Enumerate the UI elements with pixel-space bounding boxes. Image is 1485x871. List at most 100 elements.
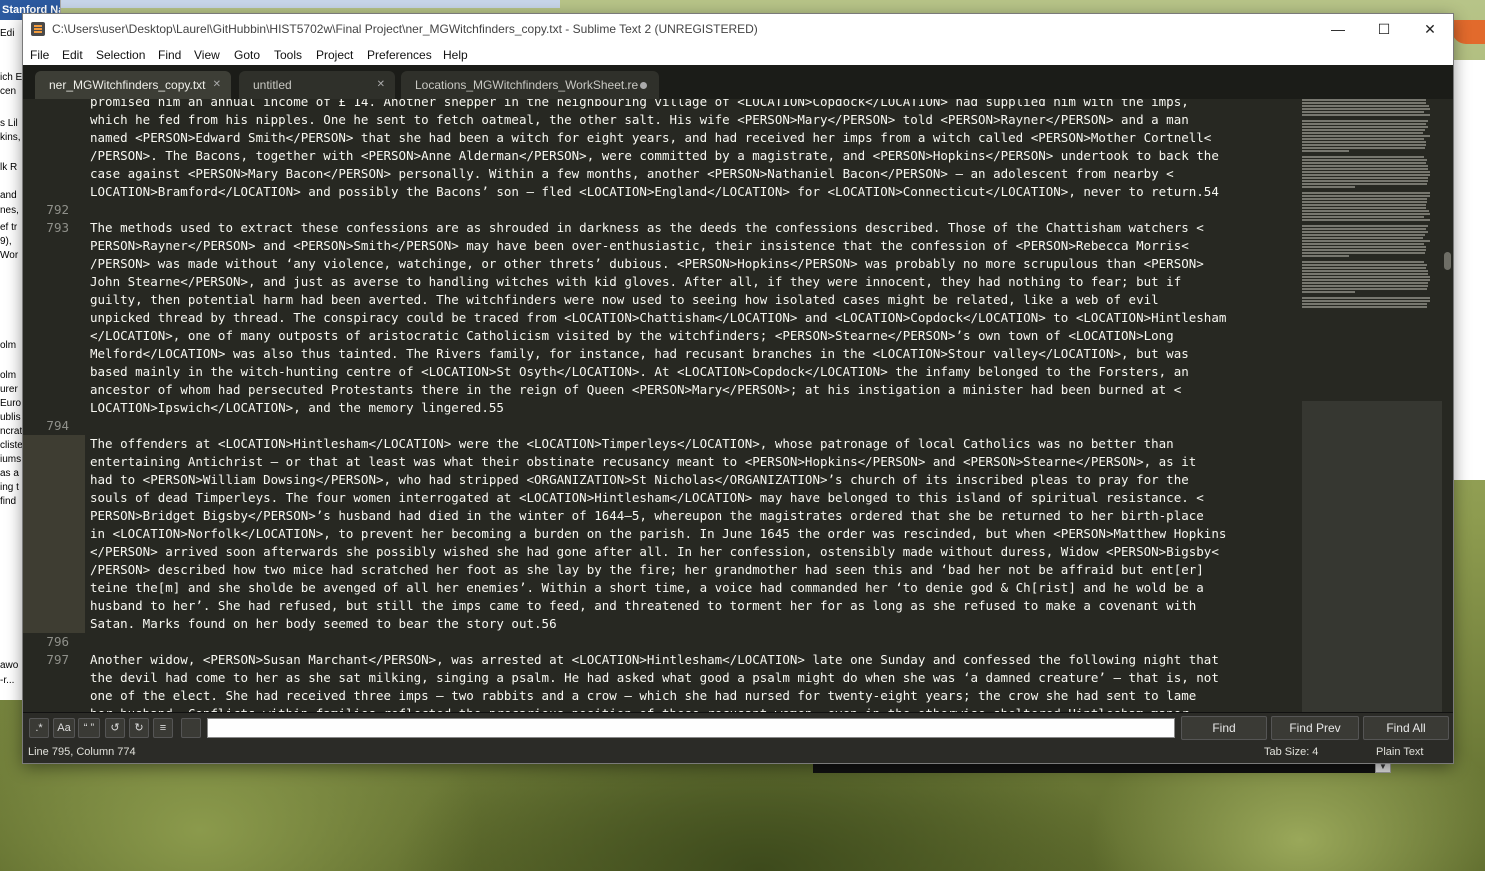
menu-tools[interactable]: Tools (274, 45, 302, 65)
tab-close-icon[interactable]: ✕ (213, 71, 221, 99)
minimap-line (1302, 201, 1427, 203)
text-line[interactable]: /PERSON> described how two mice had scra… (90, 561, 1302, 579)
text-line[interactable]: promised him an annual income of £ 14. A… (90, 99, 1302, 111)
text-line[interactable]: husband to her’. She had refused, but st… (90, 597, 1302, 615)
minimap-line (1302, 282, 1428, 284)
background-text-fragment: urer (0, 384, 18, 395)
menu-goto[interactable]: Goto (234, 45, 260, 65)
title-bar[interactable]: C:\Users\user\Desktop\Laurel\GitHubbin\H… (23, 14, 1453, 45)
menu-edit[interactable]: Edit (62, 45, 83, 65)
minimap-viewport[interactable] (1302, 401, 1442, 712)
show-context-toggle[interactable] (181, 718, 201, 738)
menu-selection[interactable]: Selection (96, 45, 145, 65)
in-selection-toggle[interactable]: ↻ (129, 718, 149, 738)
minimize-button[interactable]: — (1315, 14, 1361, 45)
tab-close-icon[interactable]: ✕ (377, 71, 385, 99)
text-line[interactable]: named <PERSON>Edward Smith</PERSON> that… (90, 129, 1302, 147)
maximize-button[interactable]: ☐ (1361, 14, 1407, 45)
find-input[interactable] (207, 718, 1175, 738)
find-button[interactable]: Find (1181, 716, 1267, 740)
minimap-line (1302, 279, 1430, 281)
minimap-line (1302, 288, 1427, 290)
minimap-line (1302, 195, 1430, 197)
menu-preferences[interactable]: Preferences (367, 45, 432, 65)
minimap-line (1302, 114, 1430, 116)
background-text-fragment: Edi (0, 28, 15, 39)
text-line[interactable]: /PERSON>. The Bacons, together with <PER… (90, 147, 1302, 165)
text-line[interactable]: had to <PERSON>William Dowsing</PERSON>,… (90, 471, 1302, 489)
text-line[interactable]: The offenders at <LOCATION>Hintlesham</L… (90, 435, 1302, 453)
text-line[interactable]: </LOCATION>, one of many outposts of ari… (90, 327, 1302, 345)
text-line[interactable]: The methods used to extract these confes… (90, 219, 1302, 237)
minimap-line (1302, 168, 1428, 170)
text-line[interactable]: LOCATION>Bramford</LOCATION> and possibl… (90, 183, 1302, 201)
text-line[interactable]: souls of dead Timperleys. The four women… (90, 489, 1302, 507)
line-number: 792 (46, 202, 69, 217)
background-text-fragment: ublis (0, 412, 21, 423)
text-line[interactable]: one of the elect. She had received three… (90, 687, 1302, 705)
text-line[interactable]: entertaining Antichrist – or that at lea… (90, 453, 1302, 471)
minimap-line (1302, 255, 1349, 257)
text-line[interactable]: John Stearne</PERSON>, and just as avers… (90, 273, 1302, 291)
menu-project[interactable]: Project (316, 45, 353, 65)
minimap-line (1302, 144, 1427, 146)
whole-word-toggle[interactable]: “ ” (78, 718, 100, 738)
text-line[interactable]: the devil had come to her as she sat mil… (90, 669, 1302, 687)
background-orange-shape (1452, 20, 1485, 44)
unsaved-dot-icon[interactable] (640, 82, 647, 89)
syntax-indicator[interactable]: Plain Text (1376, 742, 1424, 763)
window-title: C:\Users\user\Desktop\Laurel\GitHubbin\H… (52, 22, 758, 36)
text-line[interactable]: teine the[m] and she sholde be avenged o… (90, 579, 1302, 597)
minimap-line (1302, 228, 1427, 230)
tab-size-indicator[interactable]: Tab Size: 4 (1264, 742, 1318, 763)
minimap-line (1302, 120, 1428, 122)
minimap-line (1302, 102, 1427, 104)
text-line[interactable]: ancestor of whom had persecuted Protesta… (90, 381, 1302, 399)
close-button[interactable]: ✕ (1407, 14, 1453, 45)
text-line[interactable]: PERSON>Bridget Bigsby</PERSON>’s husband… (90, 507, 1302, 525)
case-sensitive-toggle[interactable]: Aa (53, 718, 75, 738)
minimap-line (1302, 186, 1355, 188)
text-line[interactable]: guilty, then potential harm had been ave… (90, 291, 1302, 309)
background-text-fragment: lk R (0, 162, 18, 173)
minimap-line (1302, 138, 1425, 140)
vertical-scrollbar[interactable] (1442, 99, 1453, 712)
tab-untitled[interactable]: untitled ✕ (239, 71, 395, 99)
text-line[interactable]: /PERSON> was made without ‘any violence,… (90, 255, 1302, 273)
text-line[interactable]: case against <PERSON>Mary Bacon</PERSON>… (90, 165, 1302, 183)
minimap-line (1302, 126, 1428, 128)
minimap-line (1302, 147, 1426, 149)
sublime-window: C:\Users\user\Desktop\Laurel\GitHubbin\H… (23, 14, 1453, 763)
background-text-fragment: Wor (0, 250, 19, 261)
background-text-fragment: ncrat (0, 426, 23, 437)
highlight-matches-toggle[interactable]: ≡ (153, 718, 173, 738)
menu-help[interactable]: Help (443, 45, 468, 65)
regex-toggle[interactable]: .* (29, 718, 49, 738)
tab-locations-worksheet[interactable]: Locations_MGWitchfinders_WorkSheet.re (401, 71, 659, 99)
text-line[interactable]: Another widow, <PERSON>Susan Marchant</P… (90, 651, 1302, 669)
wrap-toggle[interactable]: ↺ (105, 718, 125, 738)
text-line[interactable]: unpicked thread by thread. The conspirac… (90, 309, 1302, 327)
text-line[interactable]: </PERSON> arrived soon afterwards she po… (90, 543, 1302, 561)
menu-bar: File Edit Selection Find View Goto Tools… (23, 45, 1453, 65)
text-line[interactable]: Satan. Marks found on her body seemed to… (90, 615, 1302, 633)
text-line[interactable]: in <LOCATION>Norfolk</LOCATION>, to prev… (90, 525, 1302, 543)
minimap[interactable] (1302, 99, 1442, 712)
find-all-button[interactable]: Find All (1363, 716, 1449, 740)
minimap-line (1302, 264, 1427, 266)
text-line[interactable]: which he fed from his nipples. One he se… (90, 111, 1302, 129)
menu-file[interactable]: File (30, 45, 49, 65)
menu-find[interactable]: Find (158, 45, 181, 65)
menu-view[interactable]: View (194, 45, 220, 65)
text-line[interactable]: her husband. Conflicts within families r… (90, 705, 1302, 712)
background-text-fragment: olm (0, 370, 17, 381)
text-line[interactable]: based mainly in the witch-hunting centre… (90, 363, 1302, 381)
text-line[interactable]: Melford</LOCATION> was also thus tainted… (90, 345, 1302, 363)
tab-ner-mgwitchfinders-copy[interactable]: ner_MGWitchfinders_copy.txt ✕ (35, 71, 231, 99)
text-line[interactable]: PERSON>Rayner</PERSON> and <PERSON>Smith… (90, 237, 1302, 255)
scrollbar-thumb[interactable] (1444, 252, 1451, 270)
editor-area[interactable]: 792793794795796797 promised him an annua… (23, 99, 1453, 712)
text-line[interactable]: LOCATION>Ipswich</LOCATION>, and the mem… (90, 399, 1302, 417)
line-number: 793 (46, 220, 69, 235)
find-prev-button[interactable]: Find Prev (1271, 716, 1359, 740)
